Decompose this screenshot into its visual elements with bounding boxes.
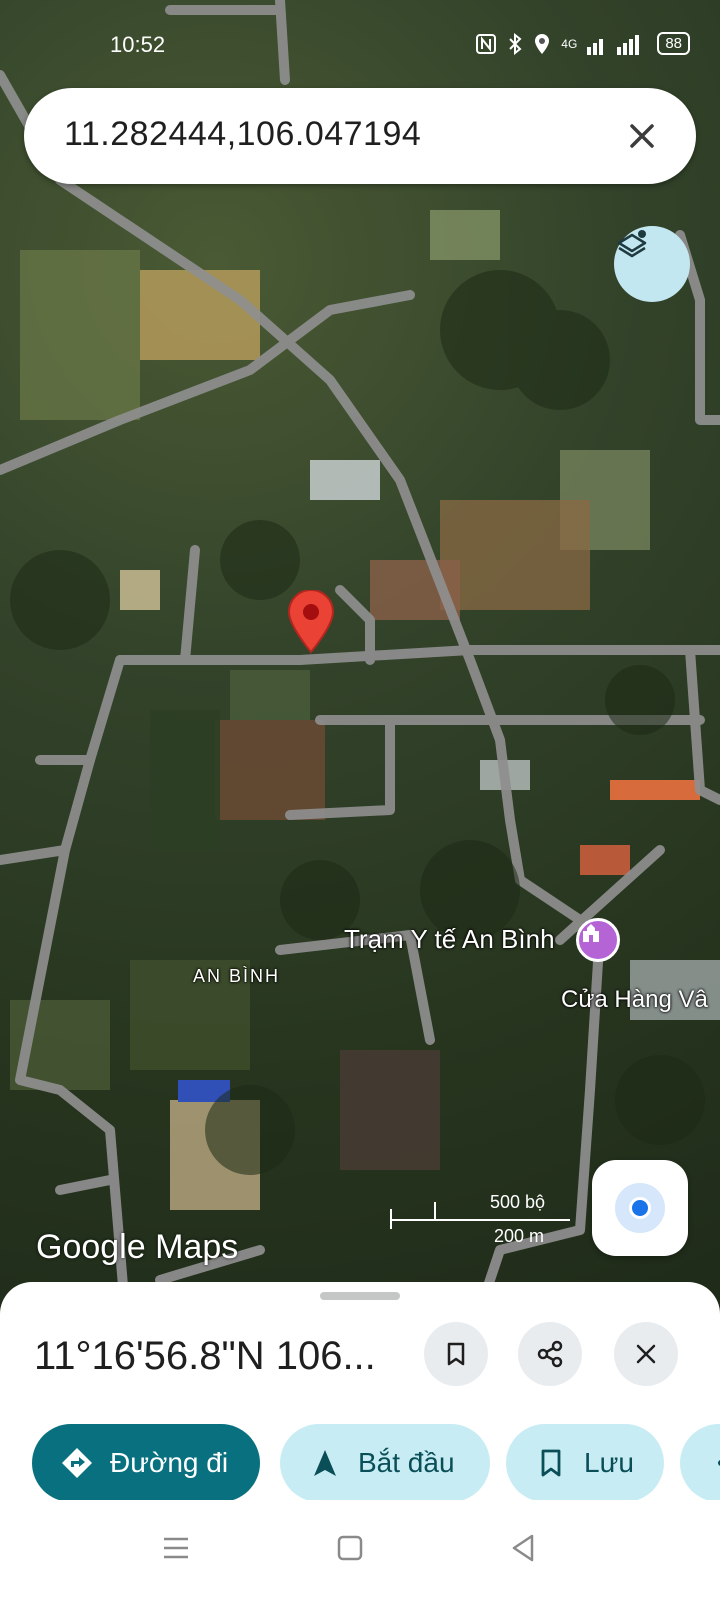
layers-button[interactable] [614,226,690,302]
status-time: 10:52 [110,32,166,57]
my-location-button[interactable] [592,1160,688,1256]
close-sheet-button[interactable] [614,1322,678,1386]
status-bar: 10:52 4G 88 [0,30,720,62]
poi-label-health-station[interactable]: Trạm Y tế An Bình [344,924,555,955]
temple-poi-icon[interactable] [576,918,620,962]
directions-icon [60,1446,94,1480]
drag-handle[interactable] [320,1292,400,1300]
layers-icon [617,230,647,258]
map-view[interactable]: Trạm Y tế An Bình Cửa Hàng Vâ AN BÌNH Go… [0,0,720,1310]
directions-label: Đường đi [110,1447,229,1478]
place-title: 11°16'56.8"N 106... [34,1334,376,1378]
satellite-imagery [0,0,720,1310]
directions-button[interactable]: Đường đi [32,1424,260,1502]
battery-indicator: 88 [657,32,690,55]
save-button[interactable]: Lưu [506,1424,664,1502]
menu-icon[interactable] [156,1528,196,1568]
search-input[interactable]: 11.282444,106.047194 [64,115,421,154]
scale-meters-label: 200 m [494,1226,545,1246]
home-icon[interactable] [330,1528,370,1568]
start-navigation-button[interactable]: Bắt đầu [280,1424,490,1502]
area-label: AN BÌNH [193,966,281,986]
start-label: Bắt đầu [358,1447,455,1478]
scale-bar [390,1219,570,1221]
bluetooth-icon [509,32,522,55]
poi-label-store[interactable]: Cửa Hàng Vâ [561,986,708,1014]
scale-tick [390,1209,392,1229]
share-button[interactable] [518,1322,582,1386]
save-place-button[interactable] [424,1322,488,1386]
scale-tick [434,1202,436,1220]
save-label: Lưu [584,1447,634,1478]
map-scale: 500 bộ 200 m [390,1192,590,1252]
search-bar[interactable]: 11.282444,106.047194 [24,88,696,184]
system-navigation-bar [0,1500,720,1600]
nfc-icon [476,33,497,54]
share-icon [708,1446,720,1480]
action-chips: Đường đi Bắt đầu Lưu [0,1424,720,1504]
scale-feet-label: 500 bộ [490,1192,546,1212]
network-type: 4G [561,36,578,51]
google-maps-logo: Google Maps [36,1228,239,1266]
more-actions-button[interactable] [680,1424,720,1502]
bookmark-icon [447,1342,465,1366]
close-icon [636,1344,656,1364]
back-icon[interactable] [504,1528,544,1568]
bookmark-icon [534,1446,568,1480]
navigation-arrow-icon [308,1446,342,1480]
my-location-icon [629,1197,651,1219]
share-icon [537,1340,563,1368]
location-status-icon [535,33,550,54]
signal-icon [587,34,640,55]
clear-search-icon[interactable] [622,116,662,156]
